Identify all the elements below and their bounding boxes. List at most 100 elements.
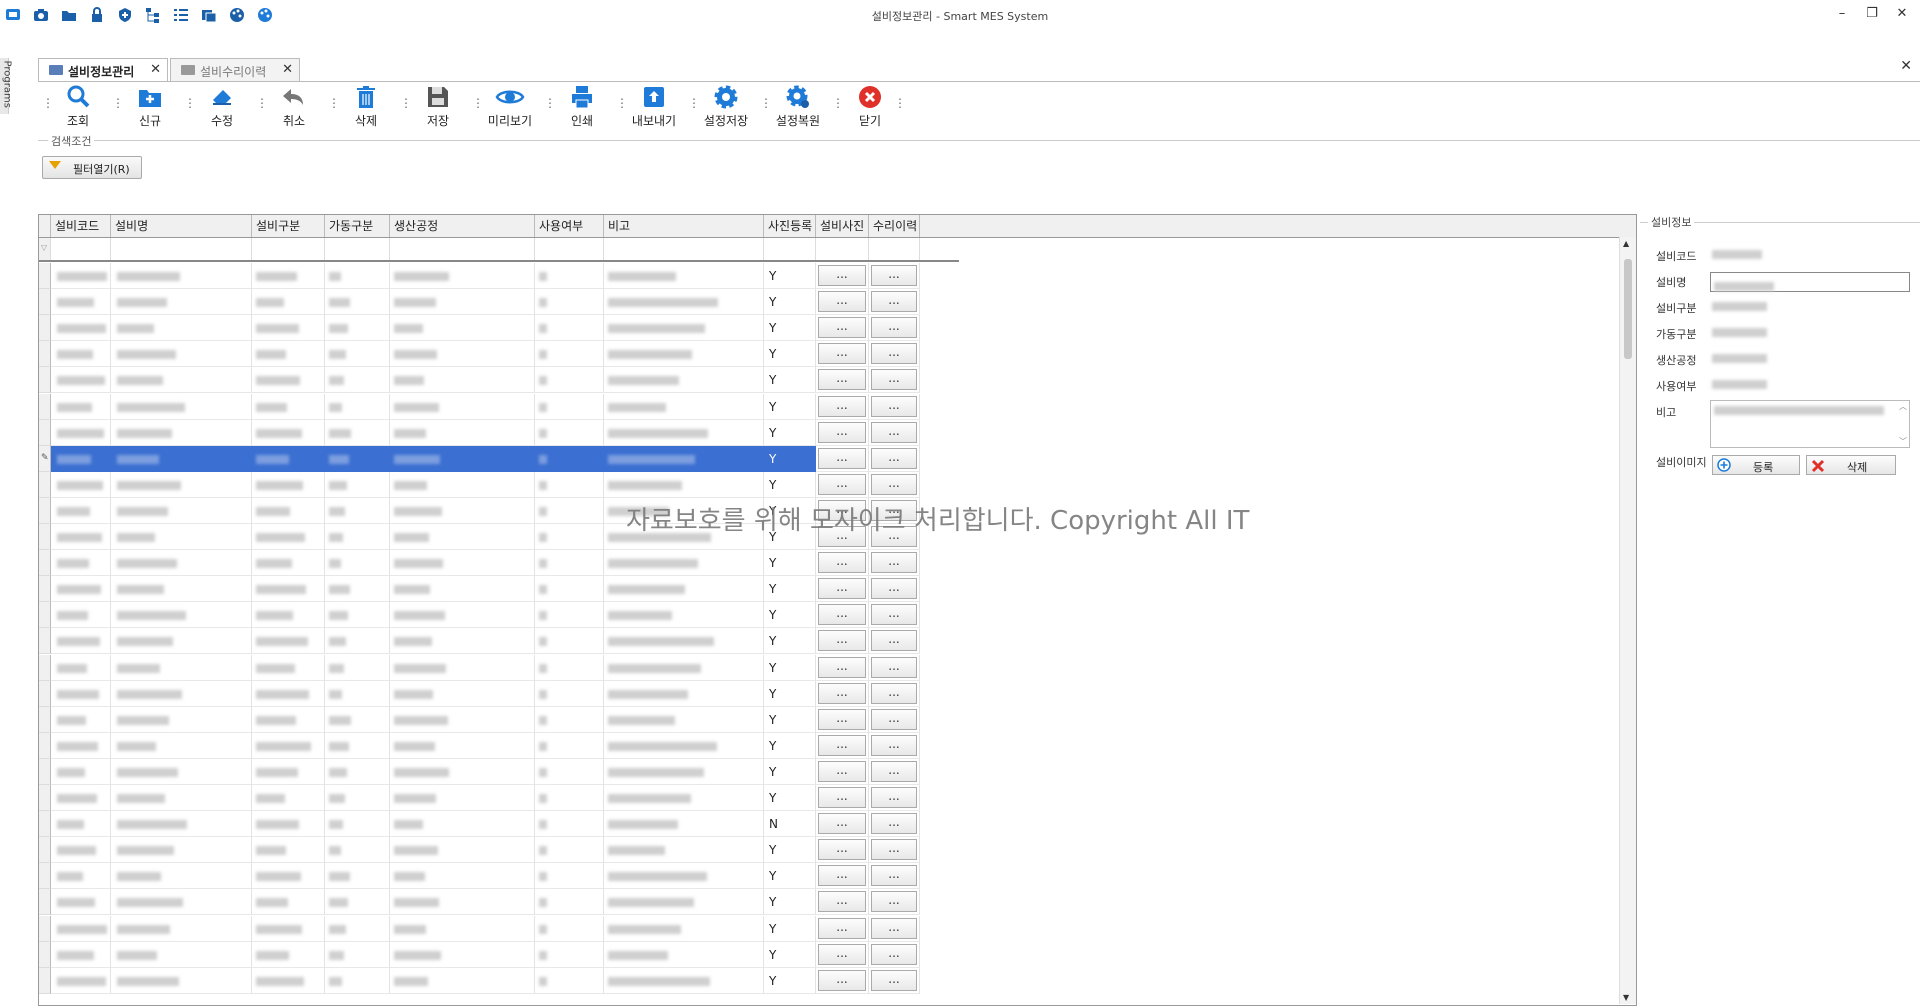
- repair-history-button[interactable]: ...: [871, 943, 917, 965]
- col-remarks-cell[interactable]: [604, 863, 764, 890]
- col-photo-registered-cell[interactable]: Y: [764, 654, 816, 681]
- col-production-process-cell[interactable]: [390, 550, 535, 577]
- col-equipment-name-cell[interactable]: [111, 758, 252, 785]
- equipment-grid[interactable]: 설비코드 설비명 설비구분 가동구분 생산공정 사용여부 비고 사진등록 설비사진 수리이력 ▽ …: [38, 214, 1637, 1006]
- col-production-process-cell[interactable]: [390, 706, 535, 733]
- equipment-photo-button[interactable]: ...: [818, 473, 866, 495]
- col-photo-registered-filter[interactable]: [764, 238, 816, 260]
- col-remarks-cell[interactable]: [604, 889, 764, 916]
- col-operation-type-header[interactable]: 가동구분: [325, 215, 390, 237]
- col-equipment-code-cell[interactable]: [51, 497, 111, 524]
- col-equipment-name-cell[interactable]: [111, 341, 252, 368]
- col-equipment-name-cell[interactable]: [111, 419, 252, 446]
- col-production-process-cell[interactable]: [390, 602, 535, 629]
- col-production-process-cell[interactable]: [390, 680, 535, 707]
- col-production-process-cell[interactable]: [390, 941, 535, 968]
- col-equipment-name-cell[interactable]: [111, 497, 252, 524]
- col-operation-type-cell[interactable]: [325, 680, 390, 707]
- col-equipment-type-cell[interactable]: [252, 837, 325, 864]
- col-equipment-type-cell[interactable]: [252, 419, 325, 446]
- col-use-flag-header[interactable]: 사용여부: [535, 215, 604, 237]
- col-photo-registered-cell[interactable]: Y: [764, 863, 816, 890]
- row-indicator[interactable]: [39, 367, 51, 394]
- col-production-process-cell[interactable]: [390, 785, 535, 811]
- col-photo-registered-cell[interactable]: Y: [764, 263, 816, 289]
- col-equipment-type-cell[interactable]: [252, 524, 325, 550]
- image-register-button[interactable]: 등록: [1712, 455, 1800, 475]
- col-use-flag-cell[interactable]: [535, 341, 604, 368]
- col-photo-registered-cell[interactable]: Y: [764, 445, 816, 472]
- col-use-flag-cell[interactable]: [535, 367, 604, 394]
- col-equipment-type-filter[interactable]: [252, 238, 325, 260]
- col-equipment-code-cell[interactable]: [51, 811, 111, 838]
- col-use-flag-cell[interactable]: [535, 863, 604, 890]
- col-operation-type-cell[interactable]: [325, 367, 390, 394]
- save-settings-button[interactable]: 설정저장: [698, 84, 754, 130]
- col-operation-type-filter[interactable]: [325, 238, 390, 260]
- col-equipment-name-cell[interactable]: [111, 915, 252, 942]
- col-production-process-header[interactable]: 생산공정: [390, 215, 535, 237]
- table-row[interactable]: Y......: [39, 602, 959, 629]
- row-indicator[interactable]: [39, 393, 51, 420]
- repair-history-button[interactable]: ...: [871, 917, 917, 939]
- export-button[interactable]: 내보내기: [626, 84, 682, 130]
- repair-history-button[interactable]: ...: [871, 395, 917, 417]
- col-production-process-cell[interactable]: [390, 576, 535, 603]
- col-use-flag-cell[interactable]: [535, 289, 604, 316]
- col-equipment-type-cell[interactable]: [252, 863, 325, 890]
- equipment-name-field[interactable]: [1710, 272, 1910, 292]
- col-photo-registered-cell[interactable]: Y: [764, 550, 816, 577]
- col-remarks-cell[interactable]: [604, 967, 764, 994]
- equipment-photo-button[interactable]: ...: [818, 265, 866, 286]
- equipment-photo-button[interactable]: ...: [818, 760, 866, 782]
- table-row[interactable]: Y......: [39, 576, 959, 603]
- close-all-icon[interactable]: ✕: [1900, 58, 1912, 74]
- col-equipment-name-cell[interactable]: [111, 706, 252, 733]
- col-equipment-type-cell[interactable]: [252, 497, 325, 524]
- repair-history-button[interactable]: ...: [871, 734, 917, 756]
- col-equipment-name-header[interactable]: 설비명: [111, 215, 252, 237]
- col-remarks-cell[interactable]: [604, 471, 764, 498]
- row-indicator[interactable]: [39, 315, 51, 342]
- col-production-process-cell[interactable]: [390, 758, 535, 785]
- col-equipment-type-cell[interactable]: [252, 289, 325, 316]
- tab-close-icon[interactable]: ✕: [282, 62, 293, 77]
- col-equipment-name-cell[interactable]: [111, 654, 252, 681]
- col-production-process-cell[interactable]: [390, 837, 535, 864]
- col-use-flag-cell[interactable]: [535, 315, 604, 342]
- col-remarks-cell[interactable]: [604, 837, 764, 864]
- scroll-thumb[interactable]: [1624, 259, 1632, 359]
- col-photo-registered-cell[interactable]: Y: [764, 732, 816, 759]
- col-use-flag-cell[interactable]: [535, 471, 604, 498]
- col-photo-registered-cell[interactable]: Y: [764, 367, 816, 394]
- col-equipment-type-cell[interactable]: [252, 758, 325, 785]
- programs-label[interactable]: Programs: [2, 61, 13, 111]
- equipment-photo-button[interactable]: ...: [818, 943, 866, 965]
- col-remarks-header[interactable]: 비고: [604, 215, 764, 237]
- col-equipment-name-cell[interactable]: [111, 837, 252, 864]
- col-equipment-type-cell[interactable]: [252, 341, 325, 368]
- scroll-down-icon[interactable]: ▼: [1623, 993, 1629, 1002]
- col-remarks-cell[interactable]: [604, 758, 764, 785]
- col-production-process-cell[interactable]: [390, 889, 535, 916]
- col-equipment-type-cell[interactable]: [252, 445, 325, 472]
- col-repair-history-header[interactable]: 수리이력: [869, 215, 920, 237]
- equipment-photo-button[interactable]: ...: [818, 839, 866, 861]
- col-operation-type-cell[interactable]: [325, 263, 390, 289]
- col-equipment-type-header[interactable]: 설비구분: [252, 215, 325, 237]
- table-row[interactable]: Y......: [39, 393, 959, 420]
- col-use-flag-cell[interactable]: [535, 706, 604, 733]
- col-photo-registered-cell[interactable]: Y: [764, 758, 816, 785]
- col-operation-type-cell[interactable]: [325, 524, 390, 550]
- use-flag-field[interactable]: [1710, 375, 1805, 393]
- col-equipment-type-cell[interactable]: [252, 967, 325, 994]
- delete-button[interactable]: 삭제: [338, 84, 394, 130]
- repair-history-button[interactable]: ...: [871, 473, 917, 495]
- col-equipment-name-cell[interactable]: [111, 315, 252, 342]
- col-production-process-cell[interactable]: [390, 863, 535, 890]
- repair-history-button[interactable]: ...: [871, 813, 917, 835]
- col-equipment-type-cell[interactable]: [252, 706, 325, 733]
- col-production-process-cell[interactable]: [390, 811, 535, 838]
- col-equipment-code-cell[interactable]: [51, 315, 111, 342]
- col-equipment-name-cell[interactable]: [111, 889, 252, 916]
